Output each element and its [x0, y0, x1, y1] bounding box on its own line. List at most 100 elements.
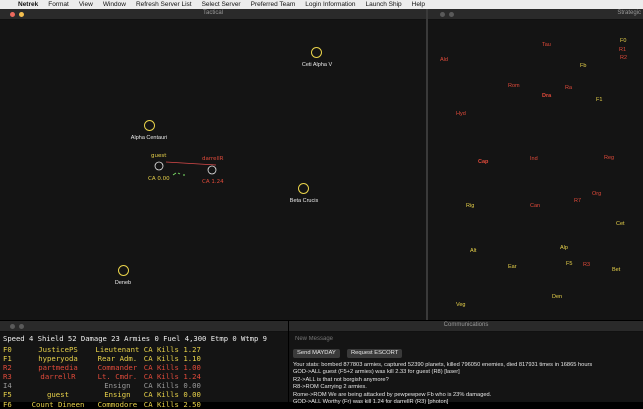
planet-icon[interactable]: [298, 183, 309, 194]
galactic-planet-label[interactable]: Fb: [580, 63, 586, 69]
tactical-window[interactable]: Tactical Ceti Alpha V Alpha Centauri Bet…: [0, 9, 426, 320]
communications-titlebar[interactable]: Communications: [289, 321, 643, 332]
player-kills: CA Kills 1.27: [143, 345, 201, 354]
galactic-planet-label[interactable]: Veg: [456, 302, 465, 308]
planet-label: Alpha Centauri: [130, 135, 168, 141]
player-row[interactable]: F5 guest Ensign CA Kills 0.00: [3, 390, 201, 399]
player-rank: Lt. Cmdr.: [97, 372, 138, 382]
galactic-window[interactable]: Strategic Tau F0 R1 R2 Ald Fb Rom Ra Dra F1 Hyd Cap…: [428, 9, 643, 320]
galactic-planet-label[interactable]: F5: [566, 261, 572, 267]
request-escort-button[interactable]: Request ESCORT: [347, 349, 403, 358]
player-kills: CA Kills 1.00: [143, 363, 201, 373]
player-id: R3: [3, 372, 12, 382]
player-id: F1: [3, 354, 12, 364]
galactic-planet-label[interactable]: Can: [530, 203, 540, 209]
player-row[interactable]: F6 Count Dineen Commodore CA Kills 2.50: [3, 400, 201, 409]
player-kills: CA Kills 0.00: [143, 381, 201, 391]
player-rank: Commander: [97, 363, 138, 373]
menu-login-information[interactable]: Login Information: [305, 1, 355, 8]
message-line: Rome->ROM We are being attacked by pewpe…: [293, 391, 492, 398]
planet-label: Deneb: [114, 280, 132, 286]
galactic-planet-label[interactable]: R3: [583, 262, 590, 268]
new-message-input[interactable]: [293, 334, 643, 344]
menu-bar: Netrek Format View Window Refresh Server…: [0, 0, 643, 9]
galactic-planet-label[interactable]: R1: [619, 47, 626, 53]
menu-select-server[interactable]: Select Server: [202, 1, 241, 8]
planet-icon[interactable]: [144, 120, 155, 131]
player-rank: Ensign: [104, 381, 131, 391]
player-id: R2: [3, 363, 12, 373]
message-log: Your stats: bombed 877803 armies, captur…: [293, 362, 592, 406]
player-id: F0: [3, 345, 12, 354]
player-row[interactable]: F1 hyperyoda Rear Adm. CA Kills 1.10: [3, 354, 201, 363]
player-name: partmedia: [38, 363, 78, 373]
message-line: GOD->ALL Worthy (Fr) was kill 1.24 for d…: [293, 399, 449, 406]
galactic-planet-label[interactable]: Ear: [508, 264, 517, 270]
galactic-planet-label[interactable]: Den: [552, 294, 562, 300]
player-row[interactable]: R2 partmedia Commander CA Kills 1.00: [3, 363, 201, 372]
player-name: guest: [47, 390, 69, 400]
menu-launch-ship[interactable]: Launch Ship: [366, 1, 402, 8]
menu-view[interactable]: View: [79, 1, 93, 8]
planet-label: Ceti Alpha V: [301, 62, 333, 68]
minimize-window-icon[interactable]: [19, 324, 24, 329]
player-id: I4: [3, 381, 12, 391]
menu-help[interactable]: Help: [412, 1, 425, 8]
galactic-planet-label[interactable]: Rig: [466, 203, 474, 209]
ship-ca-guest: CA 0.00: [148, 176, 170, 182]
menu-preferred-team[interactable]: Preferred Team: [251, 1, 296, 8]
menu-format[interactable]: Format: [48, 1, 69, 8]
galactic-planet-label[interactable]: Hyd: [456, 111, 466, 117]
player-name: Count Dineen: [31, 399, 85, 409]
ship-name-darrell: darrellR: [202, 156, 224, 162]
menu-window[interactable]: Window: [103, 1, 126, 8]
player-rank: Lieutenant: [95, 345, 140, 354]
galactic-planet-label[interactable]: Cet: [616, 221, 625, 227]
tactical-title: Tactical: [202, 10, 223, 16]
player-row[interactable]: I4 Ensign CA Kills 0.00: [3, 381, 201, 390]
communications-window: Communications Send MAYDAY Request ESCOR…: [289, 321, 643, 405]
status-line: Speed 4 Shield 52 Damage 23 Armies 0 Fue…: [3, 334, 267, 343]
galactic-planet-label[interactable]: Ra: [565, 85, 572, 91]
galactic-planet-label[interactable]: Bet: [612, 267, 620, 273]
player-kills: CA Kills 1.24: [143, 372, 201, 382]
galactic-titlebar[interactable]: Strategic: [428, 9, 643, 20]
player-kills: CA Kills 0.00: [143, 390, 201, 400]
galactic-planet-label[interactable]: Alt: [470, 248, 476, 254]
galactic-planet-label[interactable]: Alp: [560, 245, 568, 251]
galactic-planet-label[interactable]: F1: [596, 97, 602, 103]
player-kills: CA Kills 1.10: [143, 354, 201, 364]
player-kills: CA Kills 2.50: [143, 399, 201, 409]
galactic-planet-label[interactable]: Dra: [542, 93, 551, 99]
galactic-planet-label[interactable]: Ind: [530, 156, 538, 162]
menu-app-netrek[interactable]: Netrek: [18, 1, 38, 8]
galactic-planet-label[interactable]: R2: [620, 55, 627, 61]
planet-icon[interactable]: [311, 47, 322, 58]
player-list-titlebar[interactable]: [0, 321, 288, 332]
player-list: F0 JusticePS Lieutenant CA Kills 1.27 F1 hype…: [3, 345, 201, 409]
player-row[interactable]: F0 JusticePS Lieutenant CA Kills 1.27: [3, 345, 201, 354]
menu-refresh-server-list[interactable]: Refresh Server List: [136, 1, 192, 8]
planet-icon[interactable]: [118, 265, 129, 276]
player-row[interactable]: R3 darrellR Lt. Cmdr. CA Kills 1.24: [3, 372, 201, 381]
galactic-planet-label[interactable]: Rom: [508, 83, 520, 89]
close-window-icon[interactable]: [10, 324, 15, 329]
galactic-planet-label[interactable]: Reg: [604, 155, 614, 161]
player-name: JusticePS: [38, 345, 78, 354]
galactic-planet-label[interactable]: Tau: [542, 42, 551, 48]
galactic-planet-label[interactable]: F0: [620, 38, 626, 44]
galactic-planet-label[interactable]: R7: [574, 198, 581, 204]
player-id: F5: [3, 390, 12, 400]
message-line: Your stats: bombed 877803 armies, captur…: [293, 362, 593, 368]
galactic-planet-label[interactable]: Org: [592, 191, 601, 197]
message-line: GOD->ALL guest (F5+2 armies) was kill 2.…: [293, 369, 460, 376]
communications-title: Communications: [443, 322, 489, 328]
send-mayday-button[interactable]: Send MAYDAY: [293, 349, 340, 358]
galactic-planet-label[interactable]: Cap: [478, 159, 488, 165]
player-rank: Rear Adm.: [97, 354, 138, 364]
player-rank: Ensign: [104, 390, 131, 400]
galactic-planet-label[interactable]: Ald: [440, 57, 448, 63]
tactical-titlebar[interactable]: Tactical: [0, 9, 426, 20]
player-id: F6: [3, 399, 12, 409]
player-name: darrellR: [40, 372, 76, 382]
